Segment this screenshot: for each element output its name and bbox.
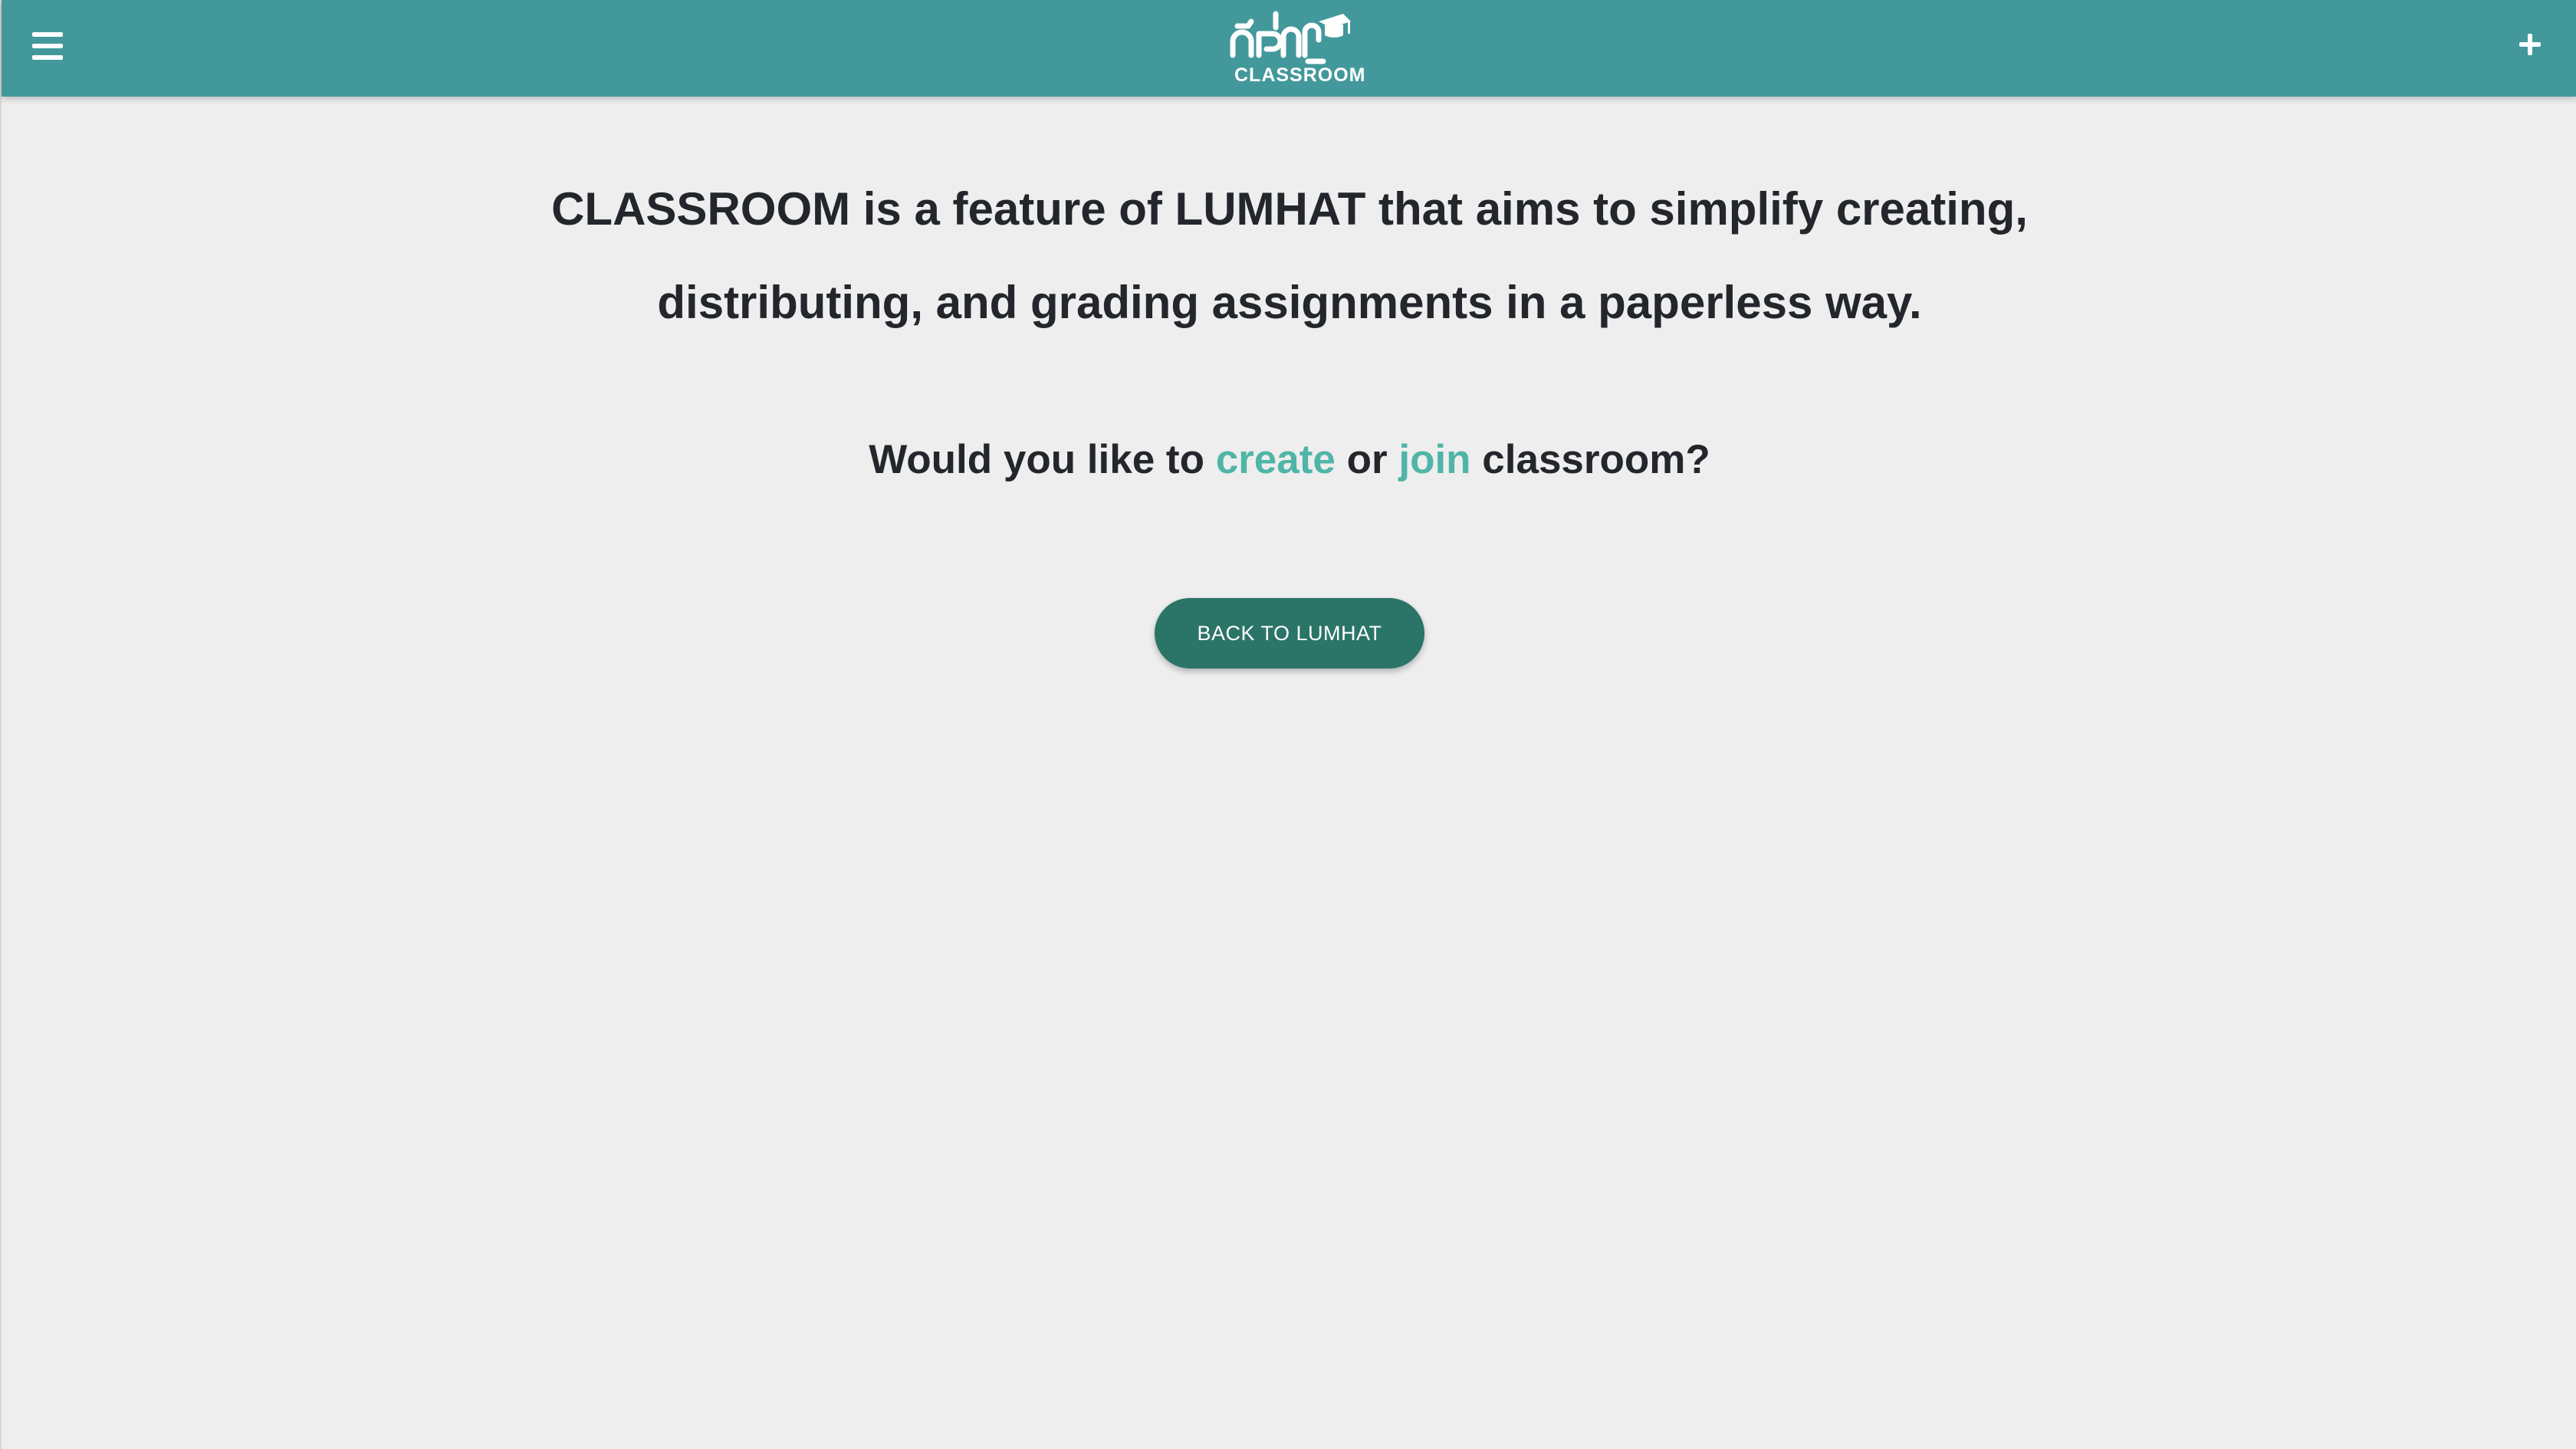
join-classroom-link[interactable]: join: [1398, 437, 1470, 482]
plus-icon[interactable]: [2516, 31, 2544, 58]
menu-bar-middle: [32, 44, 63, 48]
top-app-bar: CLASSROOM: [2, 0, 2576, 97]
intro-line-1: CLASSROOM is a feature of LUMHAT that ai…: [551, 183, 2028, 235]
create-or-join-question: Would you like to create or join classro…: [523, 429, 2056, 491]
question-or: or: [1346, 437, 1388, 482]
back-to-lumhat-button[interactable]: BACK TO LUMHAT: [1155, 598, 1424, 669]
question-suffix: classroom?: [1482, 437, 1710, 482]
question-prefix: Would you like to: [869, 437, 1204, 482]
logo-text: CLASSROOM: [1234, 64, 1366, 86]
page: CLASSROOM CLASSROOM is a feature of LUMH…: [0, 0, 2576, 1449]
intro-line-2: distributing, and grading assignments in…: [657, 277, 1922, 328]
intro-heading: CLASSROOM is a feature of LUMHAT that ai…: [523, 163, 2056, 350]
khmer-logo-mark: [1230, 11, 1351, 64]
hamburger-menu-icon[interactable]: [29, 29, 66, 64]
menu-bar-bottom: [32, 55, 63, 60]
classroom-logo[interactable]: CLASSROOM: [1228, 9, 1366, 89]
menu-bar-top: [32, 32, 63, 37]
create-classroom-link[interactable]: create: [1216, 437, 1336, 482]
